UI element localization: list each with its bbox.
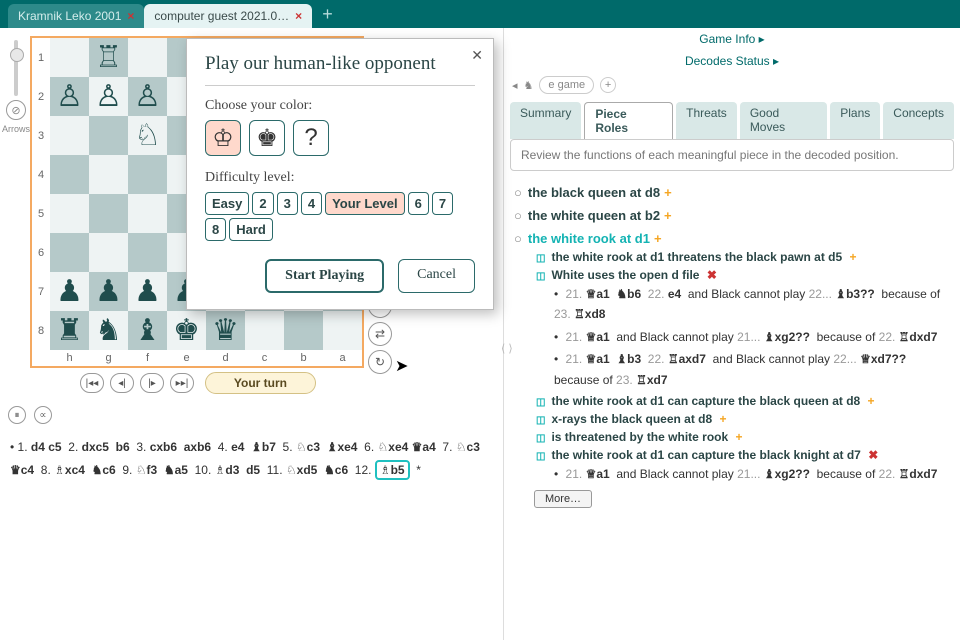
zoom-slider[interactable] <box>14 40 18 96</box>
diff-3[interactable]: 3 <box>277 192 298 215</box>
tab-threats[interactable]: Threats <box>676 102 737 139</box>
close-icon[interactable]: × <box>295 9 302 23</box>
pause-icon[interactable]: ⏸ <box>8 406 26 424</box>
color-black[interactable]: ♚ <box>249 120 285 156</box>
new-tab-button[interactable]: + <box>312 4 343 25</box>
chip-add[interactable]: + <box>600 77 616 93</box>
tab-concepts[interactable]: Concepts <box>883 102 954 139</box>
tab-plans[interactable]: Plans <box>830 102 880 139</box>
cancel-button[interactable]: Cancel <box>398 259 475 293</box>
analysis-tabs: Summary Piece Roles Threats Good Moves P… <box>504 102 960 139</box>
modal-title: Play our human-like opponent <box>205 53 475 86</box>
play-opponent-modal: ✕ Play our human-like opponent Choose yo… <box>186 38 494 310</box>
titlebar: Kramnik Leko 2001× computer guest 2021.0… <box>0 0 960 28</box>
tab-good-moves[interactable]: Good Moves <box>740 102 827 139</box>
diff-4[interactable]: 4 <box>301 192 322 215</box>
more-button[interactable]: More… <box>534 490 592 508</box>
difficulty-label: Difficulty level: <box>205 170 475 186</box>
chip-piece[interactable]: ♞ <box>524 79 534 92</box>
arrows-toggle-icon[interactable]: ⊘ <box>6 100 26 120</box>
game-info-link[interactable]: Game Info ▸ <box>699 32 764 46</box>
nav-first[interactable]: |◂◂ <box>80 373 104 393</box>
diff-8[interactable]: 8 <box>205 218 226 241</box>
tool-flip-icon[interactable]: ⇄ <box>368 322 392 346</box>
modal-close-icon[interactable]: ✕ <box>471 47 483 64</box>
diff-2[interactable]: 2 <box>252 192 273 215</box>
current-move: ♗b5 <box>375 460 410 480</box>
color-random[interactable]: ? <box>293 120 329 156</box>
move-notation[interactable]: • 1. d4 c5 2. dxc5 b6 3. cxb6 axb6 4. e4… <box>0 428 503 490</box>
fish-icon[interactable]: ∝ <box>34 406 52 424</box>
analysis-rook-d1[interactable]: the white rook at d1 <box>528 231 650 246</box>
analysis-queen-d8[interactable]: the black queen at d8 <box>528 185 660 200</box>
start-playing-button[interactable]: Start Playing <box>265 259 384 293</box>
tab-kramnik[interactable]: Kramnik Leko 2001× <box>8 4 144 28</box>
cursor-icon: ➤ <box>395 356 408 376</box>
tab-piece-roles[interactable]: Piece Roles <box>584 102 673 139</box>
tab-summary[interactable]: Summary <box>510 102 581 139</box>
color-white[interactable]: ♔ <box>205 120 241 156</box>
nav-prev[interactable]: ◂| <box>110 373 134 393</box>
chip-egame[interactable]: e game <box>539 76 594 94</box>
left-tool-column: ⊘ Arrows <box>2 36 30 398</box>
analysis-queen-b2[interactable]: the white queen at b2 <box>528 208 660 223</box>
decodes-status-link[interactable]: Decodes Status ▸ <box>685 54 779 68</box>
diff-6[interactable]: 6 <box>408 192 429 215</box>
color-label: Choose your color: <box>205 98 475 114</box>
diff-7[interactable]: 7 <box>432 192 453 215</box>
arrows-label: Arrows <box>2 124 30 134</box>
analysis-panel: ○the black queen at d8+ ○the white queen… <box>504 171 960 522</box>
tool-refresh-icon[interactable]: ↻ <box>368 350 392 374</box>
nav-last[interactable]: ▸▸| <box>170 373 194 393</box>
pane-divider-icon[interactable]: ⟨ ⟩ <box>501 342 513 355</box>
diff-easy[interactable]: Easy <box>205 192 249 215</box>
chip-row: ◂ ♞ e game + <box>504 72 960 98</box>
tab-computer-guest[interactable]: computer guest 2021.0…× <box>144 4 312 28</box>
turn-badge: Your turn <box>205 372 316 394</box>
chip-back[interactable]: ◂ <box>512 79 518 92</box>
nav-next[interactable]: |▸ <box>140 373 164 393</box>
close-icon[interactable]: × <box>127 9 134 23</box>
diff-hard[interactable]: Hard <box>229 218 273 241</box>
diff-your-level[interactable]: Your Level <box>325 192 405 215</box>
tab-description: Review the functions of each meaningful … <box>510 139 954 171</box>
